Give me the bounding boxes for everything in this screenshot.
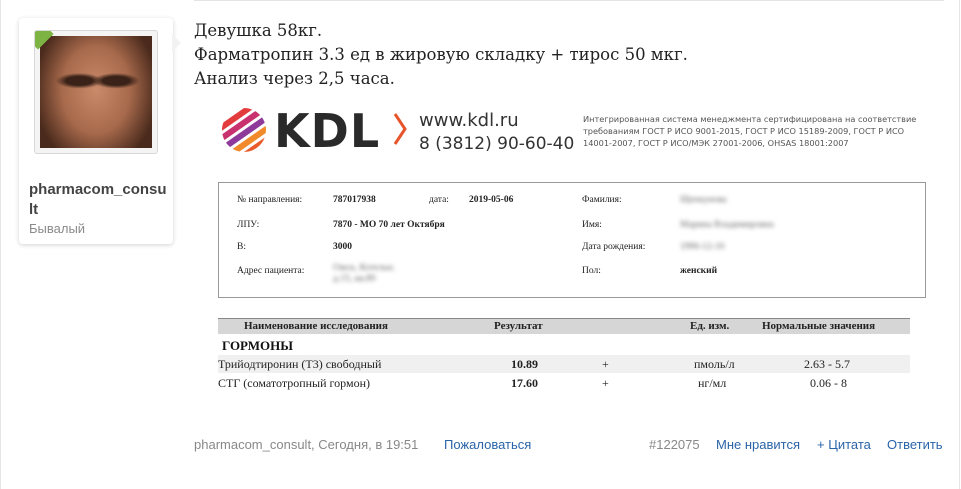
address-value: Омск, Котельн. д.15, кв.89 xyxy=(333,263,395,284)
lab-report-image[interactable]: KDL www.kdl.ru 8 (3812) 90-60-40 Интегри… xyxy=(214,100,926,412)
table-row: Трийодтиронин (Т3) свободный 10.89 + пмо… xyxy=(218,355,910,373)
avatar[interactable] xyxy=(34,30,158,154)
birth-value: 1990-12-10 xyxy=(680,242,725,252)
avatar-photo xyxy=(40,36,152,148)
sex-label: Пол: xyxy=(582,266,601,276)
column-header: Наименование исследования xyxy=(244,320,388,332)
test-unit: пмоль/л xyxy=(694,357,735,371)
kdl-wordmark: KDL xyxy=(274,104,381,158)
b-label: В: xyxy=(237,242,246,252)
date-value: 2019-05-06 xyxy=(469,195,514,205)
lpu-value: 7870 - МО 70 лет Октября xyxy=(333,220,445,230)
section-title: ГОРМОНЫ xyxy=(222,338,294,353)
b-value: 3000 xyxy=(333,242,352,252)
test-name: Трийодтиронин (Т3) свободный xyxy=(218,357,382,371)
chevron-right-icon xyxy=(393,113,407,145)
lpu-label: ЛПУ: xyxy=(237,220,260,230)
address-label: Адрес пациента: xyxy=(237,266,305,276)
kdl-logo-icon xyxy=(222,108,266,152)
surname-label: Фамилия: xyxy=(582,195,622,205)
test-range: 2.63 - 5.7 xyxy=(804,357,850,371)
name-value: Марина Владимировна xyxy=(680,220,774,230)
certification-text: Интегрированная система менеджмента серт… xyxy=(583,114,917,148)
lab-phone: 8 (3812) 90-60-40 xyxy=(419,134,575,154)
test-unit: нг/мл xyxy=(698,376,727,390)
post-meta: pharmacom_consult, Сегодня, в 19:51 xyxy=(194,437,419,452)
test-flag: + xyxy=(602,357,609,371)
post-number[interactable]: #122075 xyxy=(649,437,700,453)
column-header: Результат xyxy=(494,320,543,332)
referral-label: № направления: xyxy=(237,195,303,205)
post: pharmacom_consult Бывалый Девушка 58кг. … xyxy=(0,0,960,489)
author-card: pharmacom_consult Бывалый xyxy=(19,18,173,244)
referral-value: 787017938 xyxy=(333,195,376,205)
name-label: Имя: xyxy=(582,220,602,230)
divider xyxy=(194,0,944,1)
sex-value: женский xyxy=(680,266,718,276)
like-button[interactable]: Мне нравится xyxy=(716,437,800,453)
author-rank: Бывалый xyxy=(29,221,86,236)
lab-website: www.kdl.ru xyxy=(419,110,519,131)
results-table-header: Наименование исследования Результат Ед. … xyxy=(218,318,910,334)
column-header: Ед. изм. xyxy=(690,320,730,332)
post-message: Девушка 58кг. Фарматропин 3.3 ед в жиров… xyxy=(194,19,688,91)
test-range: 0.06 - 8 xyxy=(810,376,847,390)
test-flag: + xyxy=(602,376,609,390)
message-line: Девушка 58кг. xyxy=(194,21,323,40)
surname-value: Щепкунова xyxy=(680,195,727,205)
quote-button[interactable]: + Цитата xyxy=(817,437,871,453)
test-name: СТГ (соматотропный гормон) xyxy=(218,376,370,390)
birth-label: Дата рождения: xyxy=(582,242,646,252)
message-line: Фарматропин 3.3 ед в жировую складку + т… xyxy=(194,45,688,64)
card-pointer xyxy=(172,34,181,52)
date-label: дата: xyxy=(429,195,449,205)
reply-button[interactable]: Ответить xyxy=(887,437,943,453)
column-header: Нормальные значения xyxy=(762,320,876,332)
test-result: 17.60 xyxy=(511,376,538,390)
patient-info-box: № направления: 787017938 дата: 2019-05-0… xyxy=(218,182,926,298)
test-result: 10.89 xyxy=(511,357,538,371)
message-line: Анализ через 2,5 часа. xyxy=(194,69,395,88)
author-name[interactable]: pharmacom_consult xyxy=(29,180,167,220)
report-link[interactable]: Пожаловаться xyxy=(444,437,531,453)
table-row: СТГ (соматотропный гормон) 17.60 + нг/мл… xyxy=(218,374,910,392)
